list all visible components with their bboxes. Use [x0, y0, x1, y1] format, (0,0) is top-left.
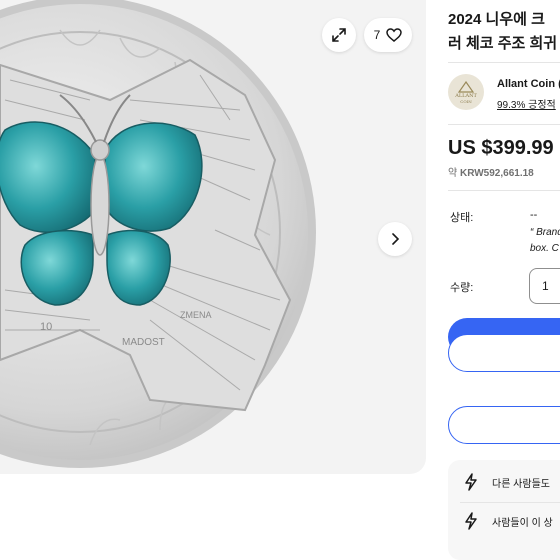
- approx-value: KRW592,661.18: [459, 168, 534, 179]
- condition-value: --: [530, 209, 538, 221]
- divider: [448, 190, 560, 191]
- add-to-cart-button[interactable]: [448, 334, 560, 372]
- approx-price: 약 KRW592,661.18: [448, 164, 534, 179]
- watch-button[interactable]: 7: [364, 18, 412, 52]
- info-text-2: 사람들이 이 상: [492, 517, 553, 529]
- listing-page: 10 MADOST ZMENA 7 2024 니우에 크 러 체코 주조 희귀: [0, 0, 560, 560]
- seller-logo-subtext: COIN: [460, 98, 472, 104]
- approx-prefix: 약: [448, 168, 460, 179]
- quantity-input[interactable]: 1: [529, 268, 560, 304]
- coin-image: 10 MADOST ZMENA: [0, 0, 316, 468]
- chevron-right-icon: [392, 233, 400, 245]
- seller-name-link[interactable]: Allant Coin (: [497, 78, 560, 90]
- seller-emblem-icon: [457, 80, 475, 93]
- lightning-icon: [465, 473, 477, 491]
- info-row: 사람들이 이 상: [464, 512, 553, 530]
- info-row: 다른 사람들도: [464, 473, 550, 491]
- info-divider: [460, 502, 560, 503]
- condition-desc-line-1: “ Brand: [530, 227, 560, 238]
- condition-desc-line-2: box. C: [530, 243, 559, 254]
- engraving-text-1: 10: [40, 321, 52, 333]
- image-gallery[interactable]: 10 MADOST ZMENA 7: [0, 0, 426, 474]
- lightning-icon: [465, 512, 477, 530]
- divider: [448, 124, 560, 125]
- next-image-button[interactable]: [378, 222, 412, 256]
- seller-logo[interactable]: ALLANT COIN: [448, 74, 484, 110]
- price: US $399.99: [448, 137, 554, 159]
- listing-title: 2024 니우에 크 러 체코 주조 희귀: [448, 8, 560, 56]
- seller-feedback-link[interactable]: 99.3% 긍정적: [497, 96, 556, 111]
- engraving-text-3: ZMENA: [180, 310, 212, 320]
- expand-button[interactable]: [322, 18, 356, 52]
- engraving-text-2: MADOST: [122, 337, 165, 348]
- watch-count: 7: [373, 28, 381, 42]
- info-text-1: 다른 사람들도: [492, 478, 550, 490]
- expand-icon: [332, 28, 346, 42]
- condition-description: “ Brand box. C: [530, 225, 560, 257]
- title-line-1: 2024 니우에 크: [448, 11, 545, 28]
- quantity-label: 수량:: [450, 282, 474, 294]
- heart-icon: [386, 28, 403, 42]
- condition-label: 상태:: [450, 212, 474, 224]
- title-line-2: 러 체코 주조 희귀: [448, 35, 558, 52]
- info-card: 다른 사람들도 사람들이 이 상: [448, 460, 560, 560]
- watch-list-button[interactable]: [448, 406, 560, 444]
- divider: [448, 62, 560, 63]
